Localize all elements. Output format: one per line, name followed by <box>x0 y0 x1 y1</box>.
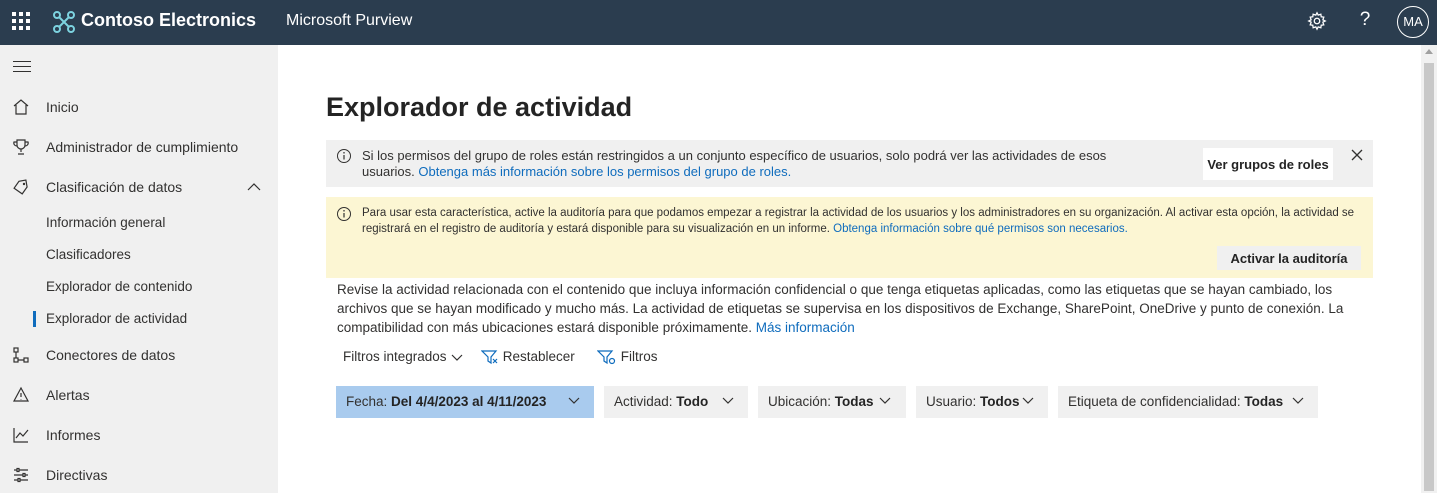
chevron-up-icon[interactable] <box>246 179 262 195</box>
chevron-down-icon <box>1292 397 1304 404</box>
sidebar-item-label: Clasificación de datos <box>46 179 183 195</box>
chevron-down-icon <box>722 397 734 404</box>
reset-filters-label: Restablecer <box>502 349 575 364</box>
enable-audit-button[interactable]: Activar la auditoría <box>1217 246 1361 270</box>
chevron-down-icon <box>879 397 891 404</box>
more-info-link[interactable]: Más información <box>756 320 855 335</box>
trophy-icon <box>13 139 29 155</box>
builtin-filters-label: Filtros integrados <box>343 349 447 364</box>
filter-label: Ubicación: <box>768 394 832 409</box>
selected-indicator <box>33 311 36 327</box>
sensitivity-label-filter[interactable]: Etiqueta de confidencialidad: Todas <box>1058 386 1318 418</box>
filters-button[interactable]: Filtros <box>596 349 658 369</box>
scroll-up-arrow-icon[interactable] <box>1425 49 1433 54</box>
avatar[interactable]: MA <box>1397 6 1429 38</box>
chevron-down-icon <box>568 397 580 404</box>
sidebar-item-label: Conectores de datos <box>46 347 176 363</box>
reset-filters-button[interactable]: Restablecer <box>480 349 575 369</box>
sidebar-subitem-label: Explorador de contenido <box>46 279 193 294</box>
filter-value: Todas <box>834 394 874 409</box>
activity-filter[interactable]: Actividad: Todo <box>604 386 748 418</box>
sidebar-item-alertas[interactable]: Alertas <box>0 379 278 411</box>
sidebar: Inicio Administrador de cumplimiento Cla… <box>0 45 278 493</box>
sidebar-subitem-label: Información general <box>46 215 166 230</box>
audit-warning-bar: Para usar esta característica, active la… <box>326 197 1373 278</box>
sidebar-item-directivas[interactable]: Directivas <box>0 459 278 491</box>
permissions-needed-link[interactable]: Obtenga información sobre qué permisos s… <box>833 223 1128 235</box>
connector-icon <box>13 347 29 363</box>
sidebar-subitem-informacion-general[interactable]: Información general <box>0 209 278 237</box>
policies-icon <box>14 467 28 483</box>
filter-value: Todos <box>980 394 1020 409</box>
filter-label: Etiqueta de confidencialidad: <box>1068 394 1241 409</box>
sidebar-item-informes[interactable]: Informes <box>0 419 278 451</box>
info-message-bar: Si los permisos del grupo de roles están… <box>326 140 1373 187</box>
info-message-text: Si los permisos del grupo de roles están… <box>362 148 1162 180</box>
sidebar-item-label: Alertas <box>46 387 90 403</box>
chevron-down-icon <box>1022 397 1034 404</box>
filter-label: Usuario: <box>926 394 977 409</box>
filters-label: Filtros <box>620 349 658 364</box>
page-title: Explorador de actividad <box>326 92 633 122</box>
close-icon[interactable] <box>1350 148 1364 162</box>
sidebar-subitem-explorador-contenido[interactable]: Explorador de contenido <box>0 273 278 301</box>
date-filter[interactable]: Fecha: Del 4/4/2023 al 4/11/2023 <box>336 386 594 418</box>
location-filter[interactable]: Ubicación: Todas <box>758 386 906 418</box>
chevron-down-icon <box>451 355 463 362</box>
vertical-scrollbar[interactable] <box>1421 45 1437 493</box>
filter-label: Fecha: <box>346 394 388 409</box>
sidebar-item-label: Directivas <box>46 467 108 483</box>
sidebar-item-inicio[interactable]: Inicio <box>0 91 278 123</box>
builtin-filters-dropdown[interactable]: Filtros integrados <box>343 349 464 369</box>
sidebar-item-label: Inicio <box>46 99 79 115</box>
sidebar-subitem-clasificadores[interactable]: Clasificadores <box>0 241 278 269</box>
sidebar-subitem-label: Clasificadores <box>46 247 131 262</box>
page-description: Revise la actividad relacionada con el c… <box>337 280 1362 337</box>
sidebar-item-label: Informes <box>46 427 101 443</box>
sidebar-item-administrador[interactable]: Administrador de cumplimiento <box>0 131 278 163</box>
top-bar: Contoso Electronics Microsoft Purview ? … <box>0 0 1437 45</box>
audit-warning-text: Para usar esta característica, active la… <box>362 205 1362 237</box>
filter-value: Todo <box>676 394 709 409</box>
info-icon <box>337 149 351 163</box>
help-icon[interactable]: ? <box>1355 9 1375 33</box>
role-permissions-link[interactable]: Obtenga más información sobre los permis… <box>418 164 791 179</box>
filter-label: Actividad: <box>614 394 673 409</box>
tag-icon <box>13 179 28 195</box>
filter-value: Todas <box>1244 394 1284 409</box>
user-filter[interactable]: Usuario: Todos <box>916 386 1048 418</box>
collapse-menu-icon[interactable] <box>13 61 31 73</box>
filter-reset-icon <box>480 350 498 365</box>
filter-settings-icon <box>596 350 616 365</box>
scrollbar-thumb[interactable] <box>1424 63 1434 491</box>
alert-icon <box>12 386 30 402</box>
brand-name[interactable]: Contoso Electronics <box>81 10 256 31</box>
home-icon <box>13 99 29 115</box>
chart-line-icon <box>13 428 29 443</box>
sidebar-item-label: Administrador de cumplimiento <box>46 139 239 155</box>
info-icon <box>337 207 351 221</box>
app-launcher-icon[interactable] <box>12 12 30 30</box>
filter-value: Del 4/4/2023 al 4/11/2023 <box>391 394 547 409</box>
view-role-groups-button[interactable]: Ver grupos de roles <box>1203 148 1333 180</box>
sidebar-subitem-label: Explorador de actividad <box>46 311 188 326</box>
settings-gear-icon[interactable] <box>1306 10 1328 32</box>
brand-logo-icon <box>53 11 75 33</box>
sidebar-item-conectores[interactable]: Conectores de datos <box>0 339 278 371</box>
app-name[interactable]: Microsoft Purview <box>286 12 412 30</box>
sidebar-item-clasificacion[interactable]: Clasificación de datos <box>0 171 278 203</box>
sidebar-subitem-explorador-actividad[interactable]: Explorador de actividad <box>0 305 278 333</box>
